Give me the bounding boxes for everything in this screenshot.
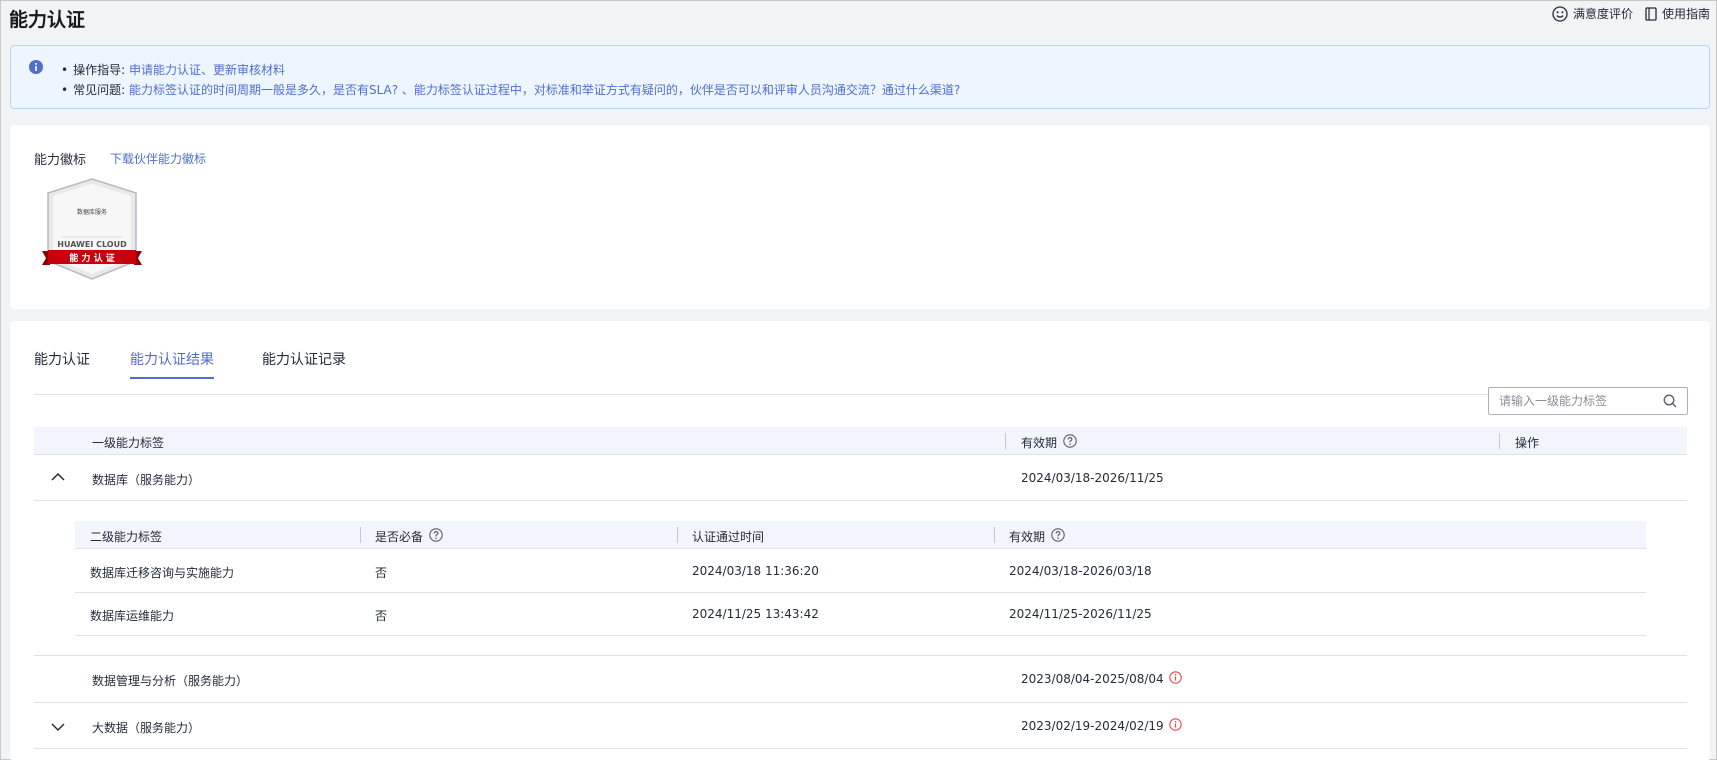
column-divider xyxy=(677,527,678,543)
subtable-row: 数据库迁移咨询与实施能力 否 2024/03/18 11:36:20 2024/… xyxy=(75,550,1646,593)
row-validity-cell: 2023/02/19-2024/02/19 xyxy=(1021,718,1182,734)
bullet: • xyxy=(61,63,69,77)
subtable-row: 数据库运维能力 否 2024/11/25 13:43:42 2024/11/25… xyxy=(75,593,1646,636)
sub-validity: 2024/11/25-2026/11/25 xyxy=(1009,607,1152,621)
guide-link[interactable]: 使用指南 xyxy=(1645,5,1710,22)
header-level2: 二级能力标签 xyxy=(90,528,162,545)
smiley-icon xyxy=(1552,5,1568,22)
app-frame: 能力认证 满意度评价 使用指南 • 操作指导: 申请能力认证、更新审核材料 • 常见… xyxy=(0,0,1717,760)
header-level1: 一级能力标签 xyxy=(92,434,164,451)
guide-faq-label: 常见问题: xyxy=(73,83,126,97)
column-divider xyxy=(1005,433,1006,449)
sub-passed-time: 2024/03/18 11:36:20 xyxy=(692,564,819,578)
badge-section-title: 能力徽标 xyxy=(34,153,87,168)
header-passed-time-label: 认证通过时间 xyxy=(692,530,765,544)
header-required: 是否必备 xyxy=(375,528,443,545)
header-action-label: 操作 xyxy=(1515,436,1540,450)
capability-badge: 数据库服务 HUAWEI CLOUD 能 力 认 证 xyxy=(40,177,144,284)
badge-ribbon-text: 能 力 认 证 xyxy=(69,252,114,264)
table-header: 一级能力标签 有效期 操作 xyxy=(34,427,1687,455)
download-badge-link[interactable]: 下载伙伴能力徽标 xyxy=(110,150,206,167)
row-name: 大数据（服务能力） xyxy=(92,721,201,735)
sub-name: 数据库运维能力 xyxy=(90,609,175,623)
guide-operation-row: • 操作指导: 申请能力认证、更新审核材料 xyxy=(61,61,285,78)
header-level2-label: 二级能力标签 xyxy=(90,530,163,544)
header-required-label: 是否必备 xyxy=(375,530,424,544)
guide-banner: • 操作指导: 申请能力认证、更新审核材料 • 常见问题: 能力标签认证的时间周期一… xyxy=(10,45,1710,109)
sub-required: 否 xyxy=(375,566,388,580)
table-row: 大数据（服务能力） 2023/02/19-2024/02/19 xyxy=(34,703,1687,749)
book-icon xyxy=(1645,6,1657,21)
guide-faq-row: • 常见问题: 能力标签认证的时间周期一般是多久，是否有SLA? 、能力标签认证过… xyxy=(61,81,960,98)
sub-passed-time: 2024/11/25 13:43:42 xyxy=(692,607,819,621)
feedback-link[interactable]: 满意度评价 xyxy=(1552,5,1633,22)
subtable-header: 二级能力标签 是否必备 认证通过时间 有效期 xyxy=(75,521,1646,549)
header-validity-label: 有效期 xyxy=(1021,436,1058,450)
help-icon[interactable] xyxy=(1063,434,1077,451)
table-row: 数据库（服务能力） 2024/03/18-2026/11/25 xyxy=(34,455,1687,501)
tab-certification[interactable]: 能力认证 xyxy=(34,349,90,377)
column-divider xyxy=(994,527,995,543)
row-name: 数据库（服务能力） xyxy=(92,473,201,487)
badge-category: 数据库服务 xyxy=(77,208,107,216)
search-box xyxy=(1488,387,1688,415)
results-card: 能力认证 能力认证结果 能力认证记录 一级能力标签 有效期 操作 数据库（服务 xyxy=(10,321,1710,760)
row-validity: 2023/02/19-2024/02/19 xyxy=(1021,719,1164,733)
guide-label: 使用指南 xyxy=(1661,7,1710,21)
tab-certification-records[interactable]: 能力认证记录 xyxy=(262,349,346,377)
tab-certification-results[interactable]: 能力认证结果 xyxy=(130,349,214,379)
sub-name: 数据库迁移咨询与实施能力 xyxy=(90,566,235,580)
help-icon[interactable] xyxy=(1051,528,1065,545)
search-input[interactable] xyxy=(1499,393,1659,409)
row-name: 数据管理与分析（服务能力） xyxy=(92,674,249,688)
guide-operation-label: 操作指导: xyxy=(73,63,126,77)
header-validity: 有效期 xyxy=(1021,434,1077,451)
badge-brand: HUAWEI CLOUD xyxy=(57,240,127,249)
help-icon[interactable] xyxy=(429,528,443,545)
page-title: 能力认证 xyxy=(9,9,86,31)
header-sub-validity-label: 有效期 xyxy=(1009,530,1046,544)
table-row: 数据管理与分析（服务能力） 2023/08/04-2025/08/04 xyxy=(34,656,1687,703)
search-icon[interactable] xyxy=(1663,394,1677,411)
guide-operation-links[interactable]: 申请能力认证、更新审核材料 xyxy=(129,63,285,77)
top-links: 满意度评价 使用指南 xyxy=(1552,5,1710,22)
chevron-down-icon[interactable] xyxy=(51,721,65,735)
header-action: 操作 xyxy=(1515,434,1539,451)
warning-icon[interactable] xyxy=(1168,671,1182,687)
feedback-label: 满意度评价 xyxy=(1572,7,1633,21)
column-divider xyxy=(360,527,361,543)
guide-faq-links[interactable]: 能力标签认证的时间周期一般是多久，是否有SLA? 、能力标签认证过程中，对标准和… xyxy=(129,83,960,97)
sub-validity: 2024/03/18-2026/03/18 xyxy=(1009,564,1152,578)
tab-bar: 能力认证 能力认证结果 能力认证记录 xyxy=(34,349,1687,395)
chevron-up-icon[interactable] xyxy=(51,471,65,485)
info-icon xyxy=(29,60,43,77)
bullet: • xyxy=(61,83,69,97)
header-sub-validity: 有效期 xyxy=(1009,528,1065,545)
warning-icon[interactable] xyxy=(1168,718,1182,734)
column-divider xyxy=(1499,433,1500,449)
sub-required: 否 xyxy=(375,609,388,623)
row-validity: 2024/03/18-2026/11/25 xyxy=(1021,471,1164,485)
row-validity-cell: 2023/08/04-2025/08/04 xyxy=(1021,671,1182,687)
badge-card: 能力徽标 下载伙伴能力徽标 数据库服务 HUAWEI CLOUD 能 力 认 证 xyxy=(10,125,1710,309)
header-passed-time: 认证通过时间 xyxy=(692,528,764,545)
header-level1-label: 一级能力标签 xyxy=(92,436,165,450)
row-validity: 2023/08/04-2025/08/04 xyxy=(1021,672,1164,686)
